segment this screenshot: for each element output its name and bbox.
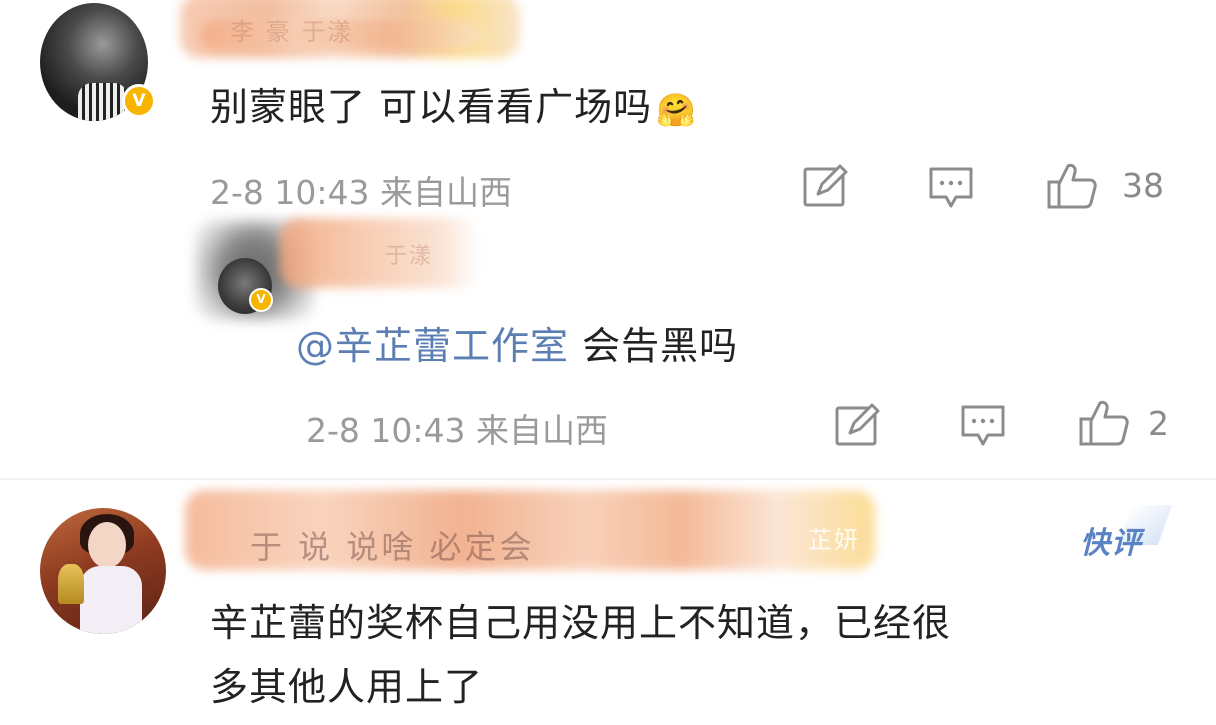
verified-badge-icon: V: [122, 84, 156, 118]
quick-comment-tag[interactable]: 快评: [1080, 518, 1142, 562]
thumbs-up-icon[interactable]: [1046, 162, 1098, 210]
comment-divider: [0, 478, 1216, 480]
verified-badge-icon: V: [249, 288, 273, 312]
mention-link[interactable]: @辛芷蕾工作室: [296, 324, 569, 368]
comment-bubble-icon[interactable]: [960, 404, 1006, 448]
blurred-reply-username[interactable]: [280, 218, 480, 288]
like-count: 38: [1122, 166, 1164, 205]
comment-bubble-icon[interactable]: [928, 166, 974, 210]
edit-share-icon[interactable]: [834, 403, 882, 447]
reply-text-body: 会告黑吗: [569, 324, 739, 368]
thumbs-up-icon[interactable]: [1078, 399, 1130, 447]
comment-text: 别蒙眼了 可以看看广场吗 🤗: [210, 76, 697, 131]
like-count: 2: [1148, 404, 1169, 443]
user-badge: 芷妍: [808, 526, 860, 554]
trophy-icon: [58, 564, 84, 604]
avatar-dress: [80, 566, 142, 634]
comment-text-line2: 多其他人用上了: [210, 665, 484, 709]
avatar[interactable]: [40, 508, 166, 634]
reply-meta: 2-8 10:43 来自山西: [306, 411, 608, 450]
username-ghost-text: 李 豪 于漾: [230, 18, 354, 46]
comment-text-body: 别蒙眼了 可以看看广场吗: [210, 85, 653, 129]
edit-share-icon[interactable]: [802, 164, 850, 208]
reply-text: @辛芷蕾工作室 会告黑吗: [296, 315, 738, 370]
comment-meta: 2-8 10:43 来自山西: [210, 173, 512, 212]
reply-username-ghost-text: 于漾: [385, 244, 434, 269]
username-ghost-text: 于 说 说啥 必定会: [250, 528, 535, 566]
comment-text-line1: 辛芷蕾的奖杯自己用没用上不知道，已经很: [210, 601, 952, 645]
avatar-shirt: [78, 83, 128, 121]
hug-emoji-icon: 🤗: [656, 90, 697, 129]
avatar-face: [88, 522, 126, 568]
